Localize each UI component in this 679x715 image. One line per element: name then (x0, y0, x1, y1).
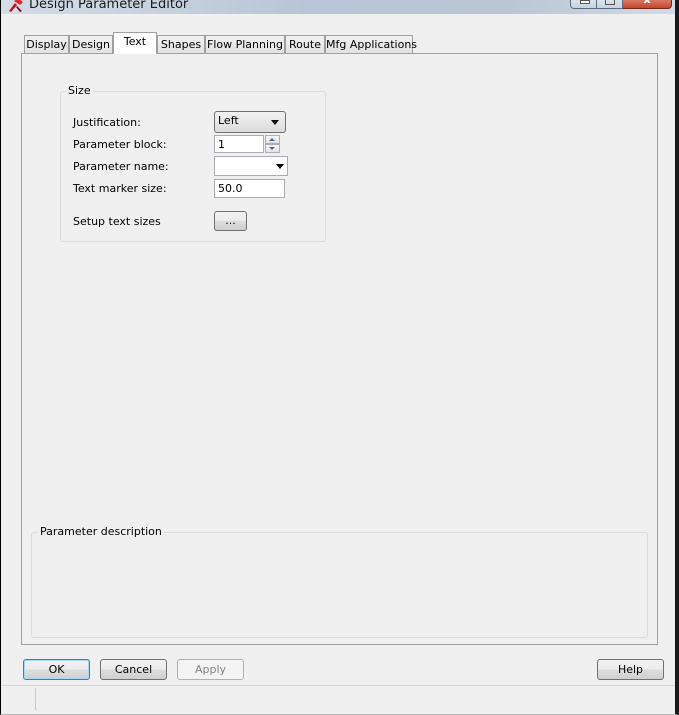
text-tab-panel: Size Justification: Left Parameter block… (21, 53, 658, 645)
setup-text-sizes-button[interactable]: ... (214, 211, 247, 231)
ok-button[interactable]: OK (23, 659, 90, 680)
text-marker-size-label: Text marker size: (73, 182, 167, 195)
status-separator (35, 688, 36, 710)
setup-text-sizes-label: Setup text sizes (73, 215, 161, 228)
arrow-down-icon (269, 147, 275, 150)
chevron-down-icon (276, 164, 284, 169)
parameter-block-field[interactable] (214, 135, 264, 153)
window-title: Design Parameter Editor (29, 0, 189, 12)
tab-shapes[interactable]: Shapes (157, 35, 205, 53)
parameter-block-input[interactable] (215, 136, 263, 152)
minimize-button[interactable] (570, 0, 597, 9)
parameter-block-spinner (214, 135, 281, 153)
parameter-name-dropdown[interactable] (214, 156, 288, 176)
arrow-up-icon (269, 138, 275, 141)
app-icon (9, 0, 23, 12)
close-icon: x (623, 0, 671, 6)
parameter-description-title: Parameter description (38, 525, 164, 538)
tab-design[interactable]: Design (69, 35, 113, 53)
chevron-down-icon (271, 120, 279, 125)
text-marker-size-input[interactable] (215, 180, 284, 197)
status-bar (1, 685, 675, 714)
tab-flow-planning[interactable]: Flow Planning (205, 35, 285, 53)
parameter-name-label: Parameter name: (73, 160, 169, 173)
help-button[interactable]: Help (597, 659, 664, 680)
caption-buttons: x (570, 0, 672, 9)
justification-value: Left (218, 114, 239, 127)
justification-label: Justification: (73, 116, 141, 129)
tab-display[interactable]: Display (24, 35, 69, 53)
justification-dropdown[interactable]: Left (214, 111, 286, 133)
size-group-title: Size (66, 84, 93, 97)
cancel-button[interactable]: Cancel (100, 659, 167, 680)
design-parameter-editor-window: Design Parameter Editor x Display Design… (0, 0, 679, 715)
text-marker-size-field[interactable] (214, 179, 285, 198)
spin-up-button[interactable] (265, 135, 280, 144)
tab-route[interactable]: Route (285, 35, 325, 53)
spin-down-button[interactable] (265, 144, 280, 153)
parameter-block-label: Parameter block: (73, 138, 167, 151)
title-bar: Design Parameter Editor x (1, 0, 675, 14)
tab-text[interactable]: Text (113, 32, 157, 54)
tab-mfg-applications[interactable]: Mfg Applications (325, 35, 417, 53)
parameter-description-groupbox (31, 532, 648, 638)
apply-button[interactable]: Apply (177, 659, 244, 680)
close-button[interactable]: x (623, 0, 672, 9)
maximize-button[interactable] (597, 0, 623, 9)
